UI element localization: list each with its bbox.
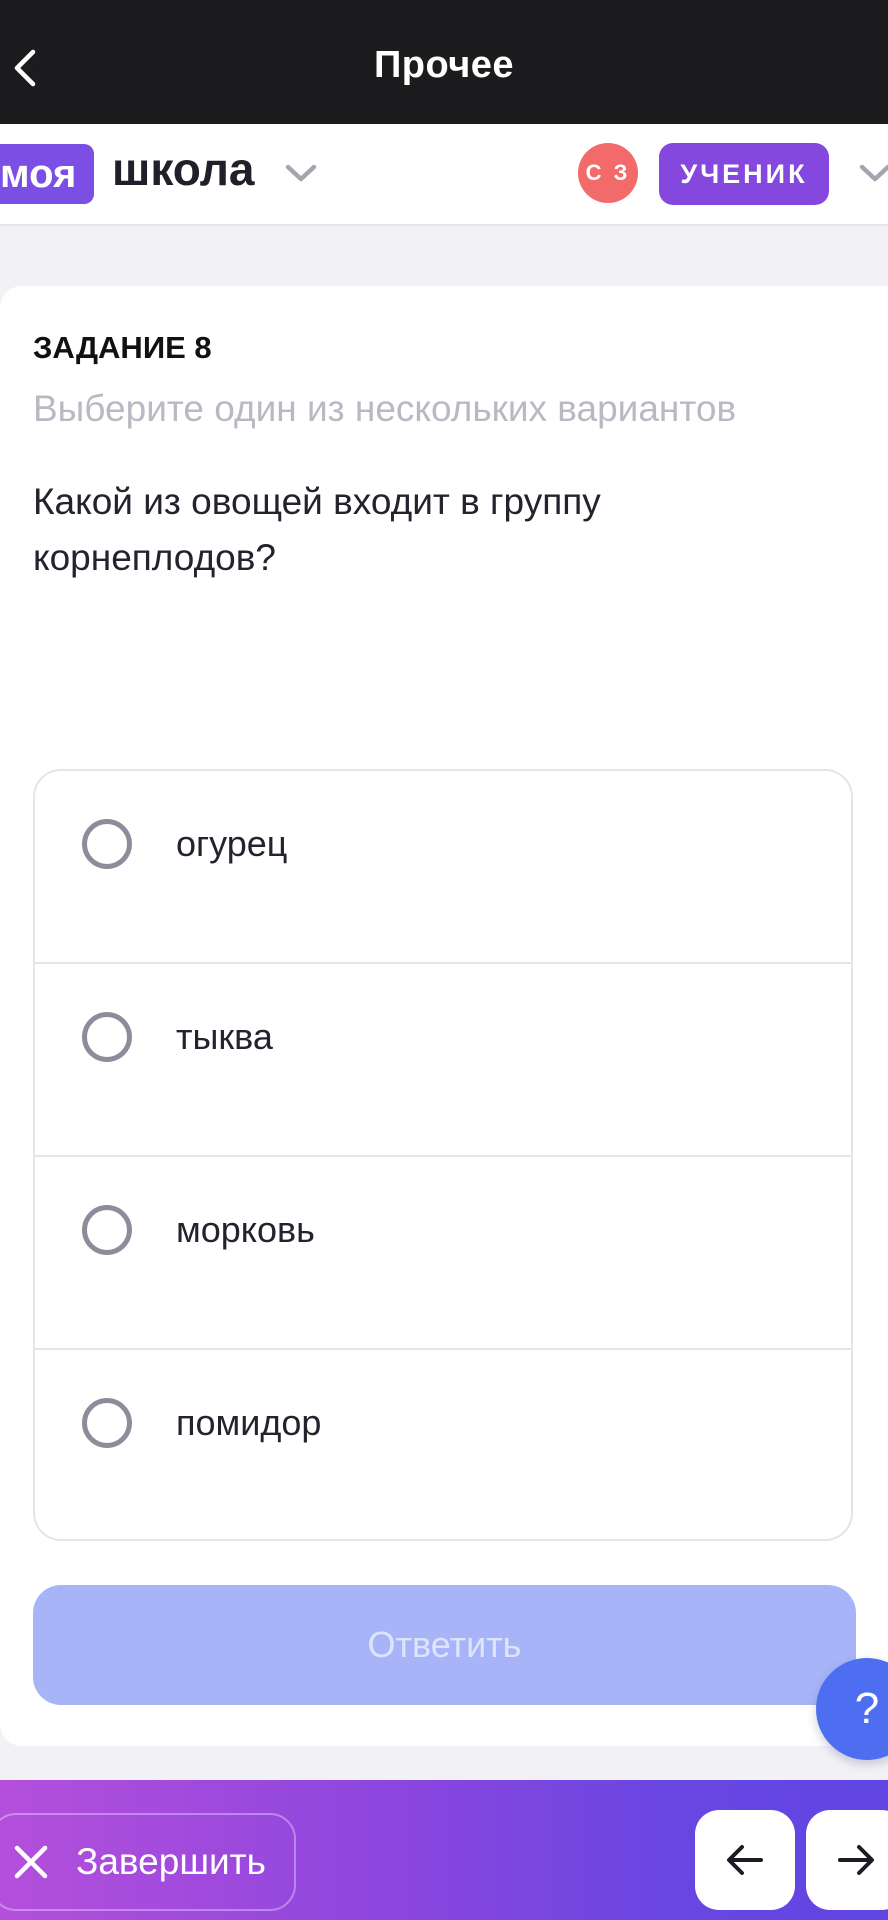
close-icon	[14, 1845, 48, 1879]
top-navigation-bar: Прочее	[0, 0, 888, 124]
page-title: Прочее	[373, 44, 515, 86]
finish-button[interactable]: Завершить	[0, 1813, 296, 1911]
previous-task-button[interactable]	[695, 1810, 795, 1910]
bottom-action-bar: Завершить	[0, 1780, 888, 1920]
answer-button[interactable]: Ответить	[33, 1585, 856, 1705]
radio-button[interactable]	[82, 1012, 132, 1062]
next-task-button[interactable]	[806, 1810, 888, 1910]
option-label: помидор	[176, 1402, 322, 1443]
radio-button[interactable]	[82, 1205, 132, 1255]
task-number: ЗАДАНИЕ 8	[33, 330, 212, 365]
app-header: моя школа С З УЧЕНИК	[0, 124, 888, 226]
finish-label: Завершить	[76, 1841, 266, 1882]
option-label: тыква	[176, 1016, 273, 1057]
logo-moya: моя	[0, 144, 95, 204]
answer-option[interactable]: огурец	[35, 771, 851, 964]
arrow-left-icon	[727, 1845, 763, 1875]
answer-options: огурец тыква морковь помидор	[33, 769, 853, 1541]
answer-option[interactable]: морковь	[35, 1157, 851, 1350]
school-menu-chevron-icon[interactable]	[284, 162, 318, 189]
question-text: Какой из овощей входит в группу корнепло…	[33, 481, 601, 578]
logo-shkola: школа	[112, 143, 255, 195]
task-instruction: Выберите один из нескольких вариантов	[33, 388, 737, 429]
user-avatar[interactable]: С З	[578, 143, 638, 203]
radio-button[interactable]	[82, 819, 132, 869]
answer-option[interactable]: тыква	[35, 964, 851, 1157]
option-label: огурец	[176, 823, 288, 864]
separator-band	[0, 244, 888, 286]
answer-option[interactable]: помидор	[35, 1350, 851, 1539]
arrow-right-icon	[838, 1845, 874, 1875]
role-menu-chevron-icon[interactable]	[858, 162, 888, 189]
option-label: морковь	[176, 1209, 315, 1250]
question-mark-icon: ?	[854, 1684, 880, 1733]
role-badge[interactable]: УЧЕНИК	[659, 143, 829, 205]
radio-button[interactable]	[82, 1398, 132, 1448]
